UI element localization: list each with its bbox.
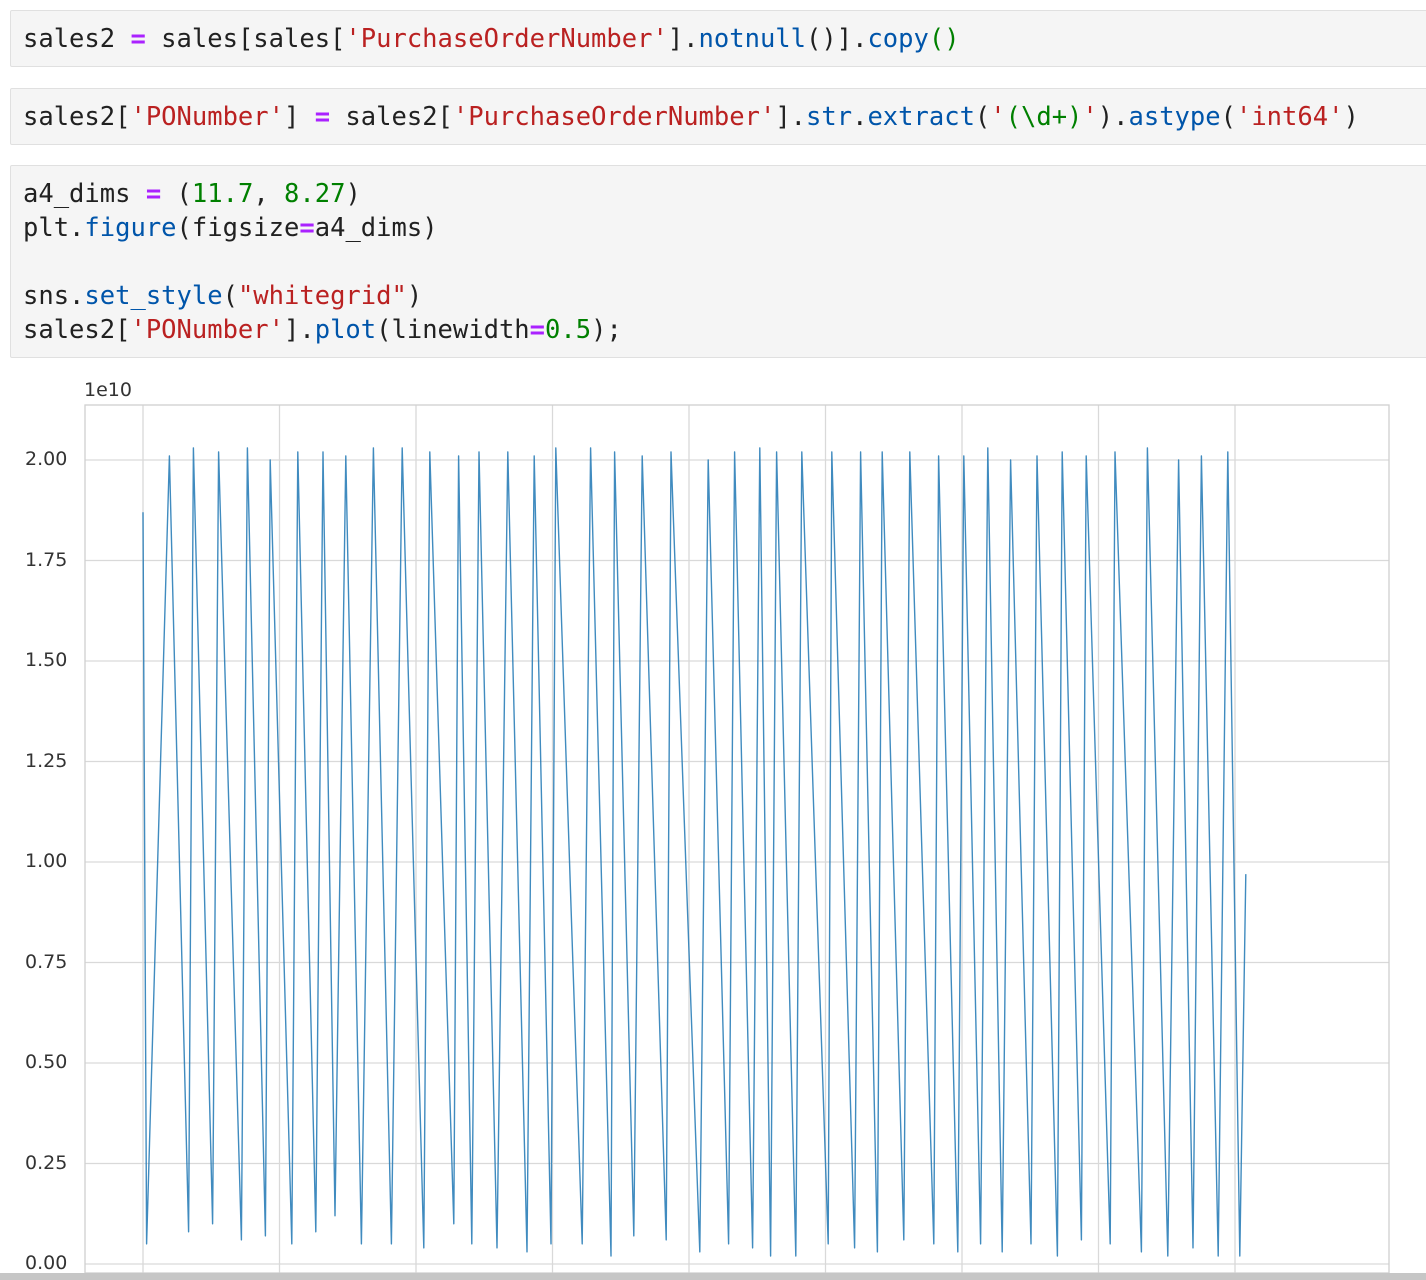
- code-token: astype: [1128, 102, 1221, 132]
- code-token: (): [928, 24, 960, 54]
- code-token: =: [130, 24, 146, 54]
- code-token: (: [222, 281, 238, 311]
- code-token: );: [591, 315, 622, 345]
- code-token: (linewidth: [376, 315, 530, 345]
- code-token: figure: [84, 213, 177, 243]
- y-tick-label: 1.25: [25, 749, 68, 772]
- y-tick-label: 1.75: [25, 548, 68, 571]
- code-token: a4_dims: [23, 179, 146, 209]
- y-tick-label: 0.25: [25, 1151, 68, 1174]
- code-token: ()].: [806, 24, 868, 54]
- code-token: ): [1343, 102, 1359, 132]
- code-token: ]: [284, 102, 315, 132]
- code-token: set_style: [84, 281, 223, 311]
- code-token: ,: [253, 179, 285, 209]
- code-cell-1[interactable]: sales2 = sales[sales['PurchaseOrderNumbe…: [10, 10, 1426, 67]
- code-token: ).: [1097, 102, 1129, 132]
- code-token: (: [974, 102, 991, 132]
- code-token: (: [161, 179, 192, 209]
- code-token: .: [852, 102, 868, 132]
- code-cell-3[interactable]: a4_dims = (11.7, 8.27) plt.figure(figsiz…: [10, 165, 1426, 358]
- code-token: str: [806, 102, 853, 132]
- y-offset-label: 1e10: [84, 379, 132, 401]
- code-token: (figsize: [176, 213, 300, 243]
- code-token: sales2[: [330, 102, 453, 132]
- code-token: 'PurchaseOrderNumber': [345, 24, 668, 54]
- code-token: 8.27: [284, 179, 346, 209]
- code-cell-2[interactable]: sales2['PONumber'] = sales2['PurchaseOrd…: [10, 88, 1426, 145]
- code-editor[interactable]: a4_dims = (11.7, 8.27) plt.figure(figsiz…: [23, 177, 622, 347]
- code-token: "whitegrid": [237, 281, 407, 311]
- code-token: 'int64': [1235, 102, 1344, 132]
- y-tick-label: 0.75: [25, 950, 68, 973]
- y-tick-label: 1.50: [25, 649, 68, 671]
- y-tick-label: 0.50: [25, 1051, 68, 1073]
- code-token: =: [145, 179, 162, 209]
- code-token: 11.7: [191, 179, 254, 209]
- code-token: sales[sales[: [145, 24, 346, 54]
- code-token: 'PONumber': [130, 315, 284, 345]
- code-token: ].: [775, 102, 807, 132]
- horizontal-scrollbar[interactable]: [0, 1273, 1426, 1280]
- code-token: 'PONumber': [130, 102, 284, 132]
- code-editor[interactable]: sales2['PONumber'] = sales2['PurchaseOrd…: [23, 100, 1359, 134]
- y-tick-label: 2.00: [25, 448, 68, 470]
- code-token: ': [990, 102, 1006, 132]
- code-token: (\d+): [1005, 102, 1083, 132]
- code-token: (: [1220, 102, 1236, 132]
- code-token: plot: [314, 315, 377, 345]
- code-token: sales2[: [23, 102, 131, 132]
- code-editor[interactable]: sales2 = sales[sales['PurchaseOrderNumbe…: [23, 22, 960, 56]
- code-token: sales2: [23, 24, 131, 54]
- code-token: notnull: [698, 24, 807, 54]
- line-chart: [84, 404, 1390, 1274]
- cell-output-plot: 0.00 0.25 0.50 0.75 1.00 1.25 1.50 1.75 2.00 1e10: [0, 370, 1426, 1280]
- code-token: extract: [867, 102, 975, 132]
- code-token: ].: [284, 315, 315, 345]
- code-token: =: [299, 213, 315, 243]
- y-tick-label: 1.00: [25, 850, 68, 872]
- code-token: 'PurchaseOrderNumber': [452, 102, 776, 132]
- code-token: =: [314, 102, 331, 132]
- code-token: copy: [867, 24, 929, 54]
- code-token: 0.5: [545, 315, 592, 345]
- code-token: =: [529, 315, 546, 345]
- code-token: ': [1082, 102, 1098, 132]
- code-token: ].: [667, 24, 699, 54]
- y-tick-label: 0.00: [25, 1252, 68, 1274]
